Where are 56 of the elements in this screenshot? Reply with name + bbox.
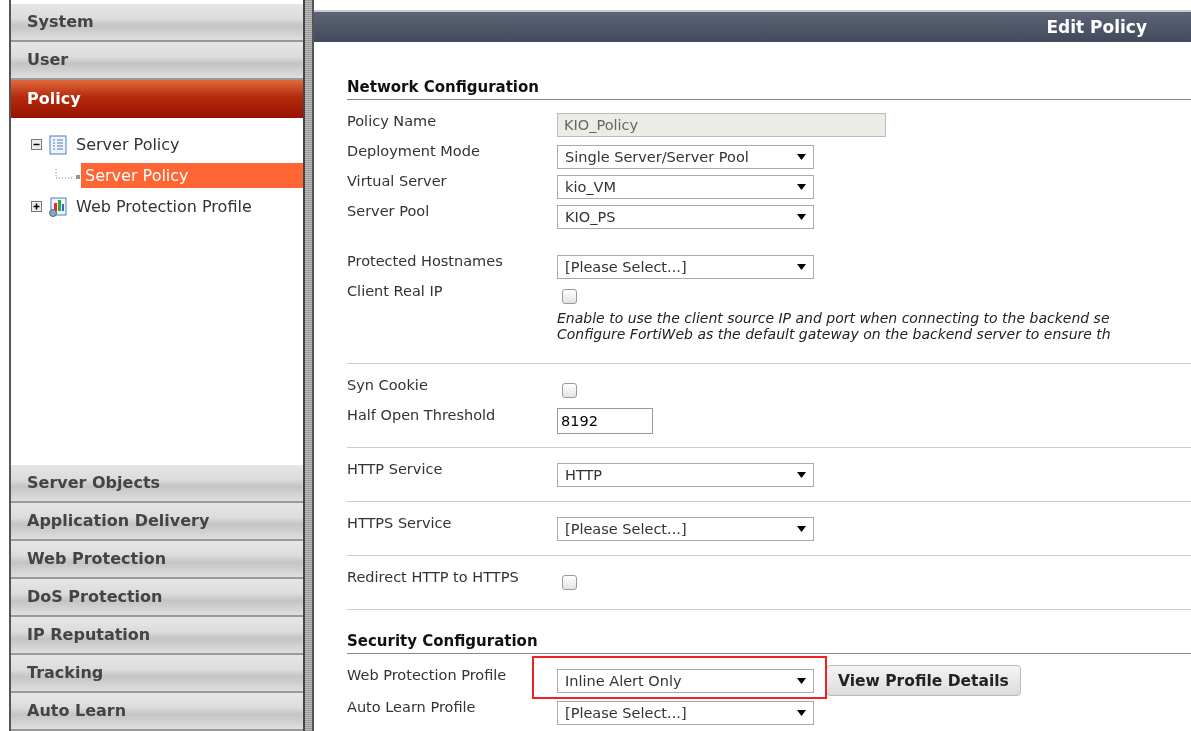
dropdown[interactable]: [Please Select...] (557, 517, 814, 541)
caret-icon (797, 472, 806, 478)
page-title: Edit Policy (1046, 17, 1147, 37)
caret-icon (797, 526, 806, 532)
field-label: Redirect HTTP to HTTPS (347, 569, 519, 585)
field-label: Virtual Server (347, 173, 447, 189)
field-label: HTTPS Service (347, 515, 452, 531)
field-label: Auto Learn Profile (347, 699, 476, 715)
help-text: Enable to use the client source IP and port when connecting to the backend se (557, 310, 1111, 326)
sidebar-menu-item[interactable]: IP Reputation (11, 617, 303, 655)
number-field[interactable]: 8192 (557, 408, 653, 434)
caret-icon (797, 264, 806, 270)
checkbox[interactable] (562, 575, 577, 590)
dropdown[interactable]: KIO_PS (557, 205, 814, 229)
sidebar-menu-item[interactable]: Web Protection (11, 541, 303, 579)
field-label: HTTP Service (347, 461, 443, 477)
dropdown[interactable]: Inline Alert Only (557, 669, 814, 693)
tree-item[interactable]: Web Protection Profile (72, 194, 256, 219)
checkbox[interactable] (562, 383, 577, 398)
sidebar-menu-item[interactable]: Policy (11, 80, 303, 119)
sidebar-menu-item[interactable]: DoS Protection (11, 579, 303, 617)
sidebar-menu-item[interactable]: Server Objects (11, 465, 303, 503)
dropdown[interactable]: Single Server/Server Pool (557, 145, 814, 169)
caret-icon (797, 710, 806, 716)
list-icon (48, 134, 68, 155)
sidebar-menu-item[interactable]: Tracking (11, 655, 303, 693)
field-label: Syn Cookie (347, 377, 428, 393)
caret-icon (797, 184, 806, 190)
field-label: Deployment Mode (347, 143, 480, 159)
collapse-icon[interactable] (31, 139, 42, 150)
dropdown[interactable]: kio_VM (557, 175, 814, 199)
splitter-bar[interactable] (303, 0, 314, 731)
sidebar-menu-item[interactable]: Auto Learn (11, 693, 303, 731)
sidebar-menu-item[interactable]: System (11, 4, 303, 42)
sidebar-menu-item[interactable]: User (11, 42, 303, 80)
expand-icon[interactable] (31, 201, 42, 212)
section-title: Network Configuration (347, 78, 1191, 100)
field-label: Protected Hostnames (347, 253, 503, 269)
field-label: Policy Name (347, 113, 437, 129)
dropdown[interactable]: [Please Select...] (557, 255, 814, 279)
caret-icon (797, 154, 806, 160)
help-text: Configure FortiWeb as the default gateway on the backend server to ensure th (557, 326, 1111, 342)
sidebar-menu-item[interactable]: Application Delivery (11, 503, 303, 541)
field-label: Client Real IP (347, 283, 443, 299)
checkbox[interactable] (562, 289, 577, 304)
chart-icon (48, 196, 68, 217)
field-label: Web Protection Profile (347, 667, 507, 683)
view-details-button[interactable]: View Profile Details (826, 665, 1021, 696)
dropdown[interactable]: HTTP (557, 463, 814, 487)
dropdown[interactable]: [Please Select...] (557, 701, 814, 725)
field-label: Server Pool (347, 203, 430, 219)
field-label: Half Open Threshold (347, 407, 496, 423)
tree-item[interactable]: Server Policy (72, 132, 184, 157)
caret-icon (797, 214, 806, 220)
section-title: Security Configuration (347, 632, 1191, 654)
caret-icon (797, 678, 806, 684)
